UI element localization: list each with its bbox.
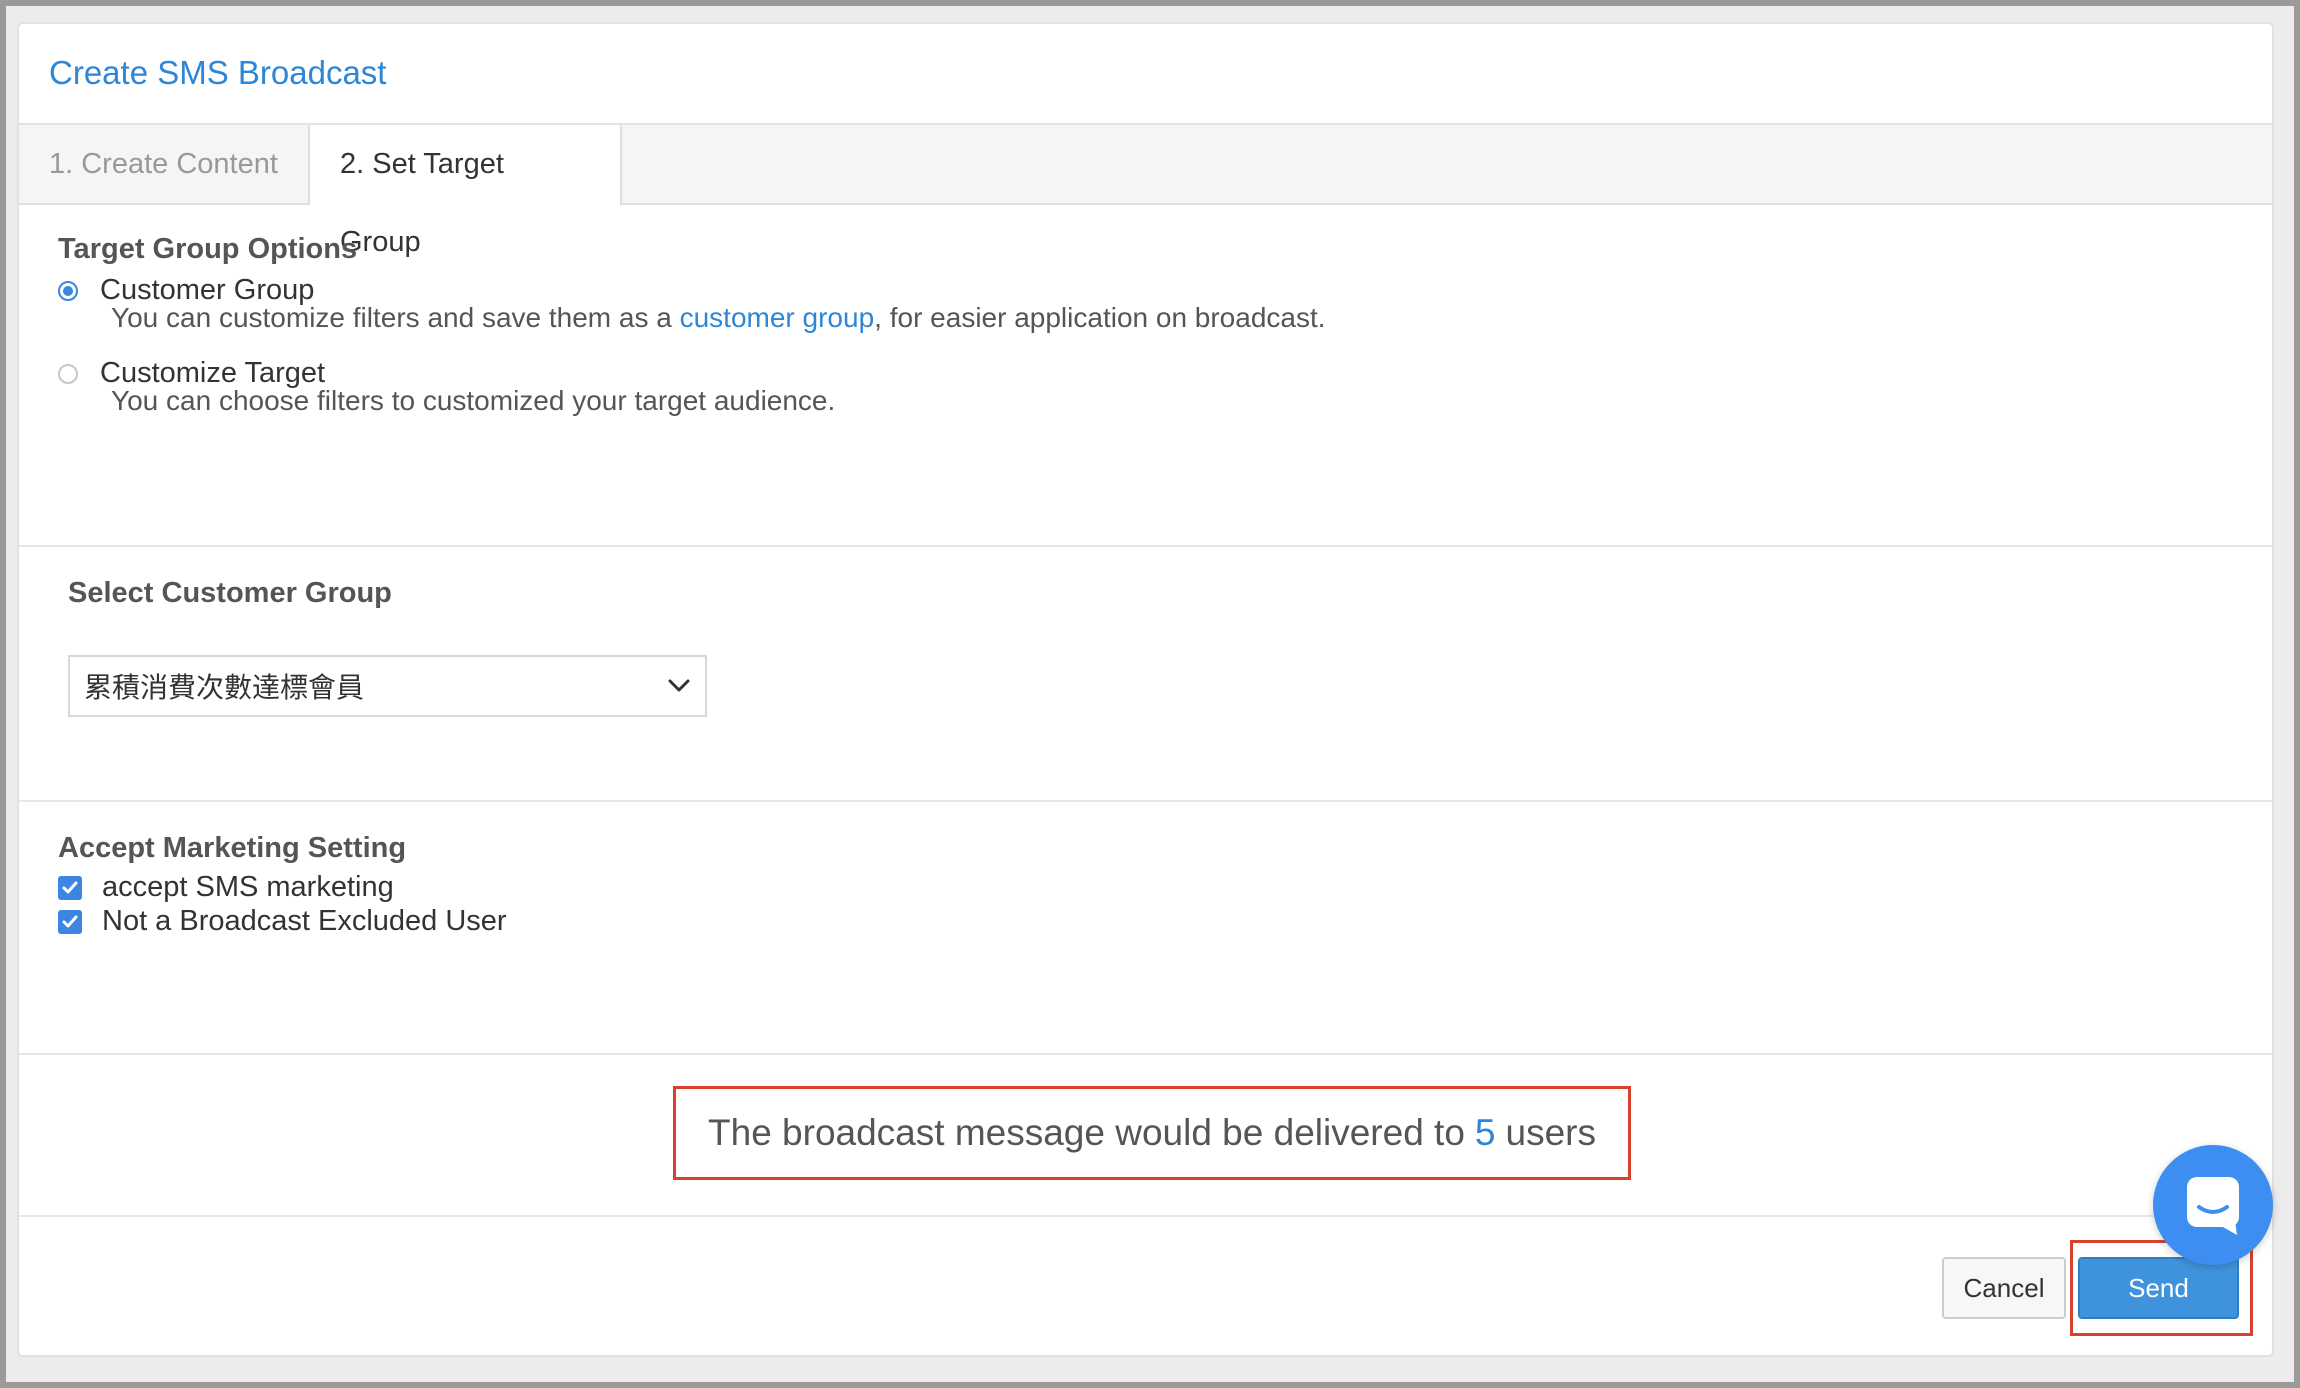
- select-customer-group-section: Select Customer Group 累積消費次數達標會員: [19, 547, 2272, 802]
- summary-prefix: The broadcast message would be delivered…: [708, 1112, 1465, 1153]
- checkbox-not-excluded[interactable]: Not a Broadcast Excluded User: [58, 905, 507, 938]
- chat-bubble-icon[interactable]: [2153, 1145, 2273, 1265]
- target-group-options-section: Target Group Options Customer Group You …: [19, 205, 2272, 547]
- customer-group-link[interactable]: customer group: [680, 302, 875, 333]
- send-button[interactable]: Send: [2078, 1257, 2239, 1319]
- select-group-heading: Select Customer Group: [68, 577, 392, 609]
- tab-bar: 1. Create Content 2. Set Target Group: [19, 125, 2272, 258]
- radio-unselected-icon[interactable]: [58, 363, 78, 384]
- delivery-summary-section: The broadcast message would be delivered…: [19, 1055, 2272, 1217]
- checkbox-accept-sms-label: accept SMS marketing: [102, 871, 394, 903]
- delivery-summary: The broadcast message would be delivered…: [673, 1086, 1631, 1180]
- accept-marketing-section: Accept Marketing Setting accept SMS mark…: [19, 802, 2272, 1055]
- cancel-button[interactable]: Cancel: [1942, 1257, 2066, 1319]
- checkmark-icon[interactable]: [58, 909, 82, 934]
- target-options-heading: Target Group Options: [58, 233, 358, 265]
- customer-group-description: You can customize filters and save them …: [111, 302, 1326, 334]
- checkbox-accept-sms[interactable]: accept SMS marketing: [58, 871, 394, 904]
- customer-group-desc-before: You can customize filters and save them …: [111, 302, 680, 333]
- customize-target-description: You can choose filters to customized you…: [111, 385, 836, 416]
- tab-create-content[interactable]: 1. Create Content: [19, 125, 308, 205]
- card-header: Create SMS Broadcast: [19, 24, 2272, 125]
- customer-group-desc-after: , for easier application on broadcast.: [874, 302, 1326, 333]
- marketing-heading: Accept Marketing Setting: [58, 832, 407, 864]
- action-footer: Cancel Send: [19, 1217, 2272, 1355]
- app-background: Create SMS Broadcast 1. Create Content 2…: [6, 6, 2294, 1382]
- tab-set-target-group[interactable]: 2. Set Target Group: [308, 125, 622, 258]
- customer-group-select-value: 累積消費次數達標會員: [84, 672, 365, 703]
- summary-suffix: users: [1505, 1112, 1596, 1153]
- broadcast-card: Create SMS Broadcast 1. Create Content 2…: [17, 22, 2274, 1357]
- chevron-down-icon: [663, 670, 695, 702]
- customer-group-select[interactable]: 累積消費次數達標會員: [68, 655, 707, 717]
- checkmark-icon[interactable]: [58, 875, 82, 900]
- recipient-count: 5: [1474, 1112, 1496, 1153]
- page-title: Create SMS Broadcast: [49, 54, 387, 91]
- checkbox-not-excluded-label: Not a Broadcast Excluded User: [102, 905, 507, 937]
- radio-selected-icon[interactable]: [58, 280, 78, 301]
